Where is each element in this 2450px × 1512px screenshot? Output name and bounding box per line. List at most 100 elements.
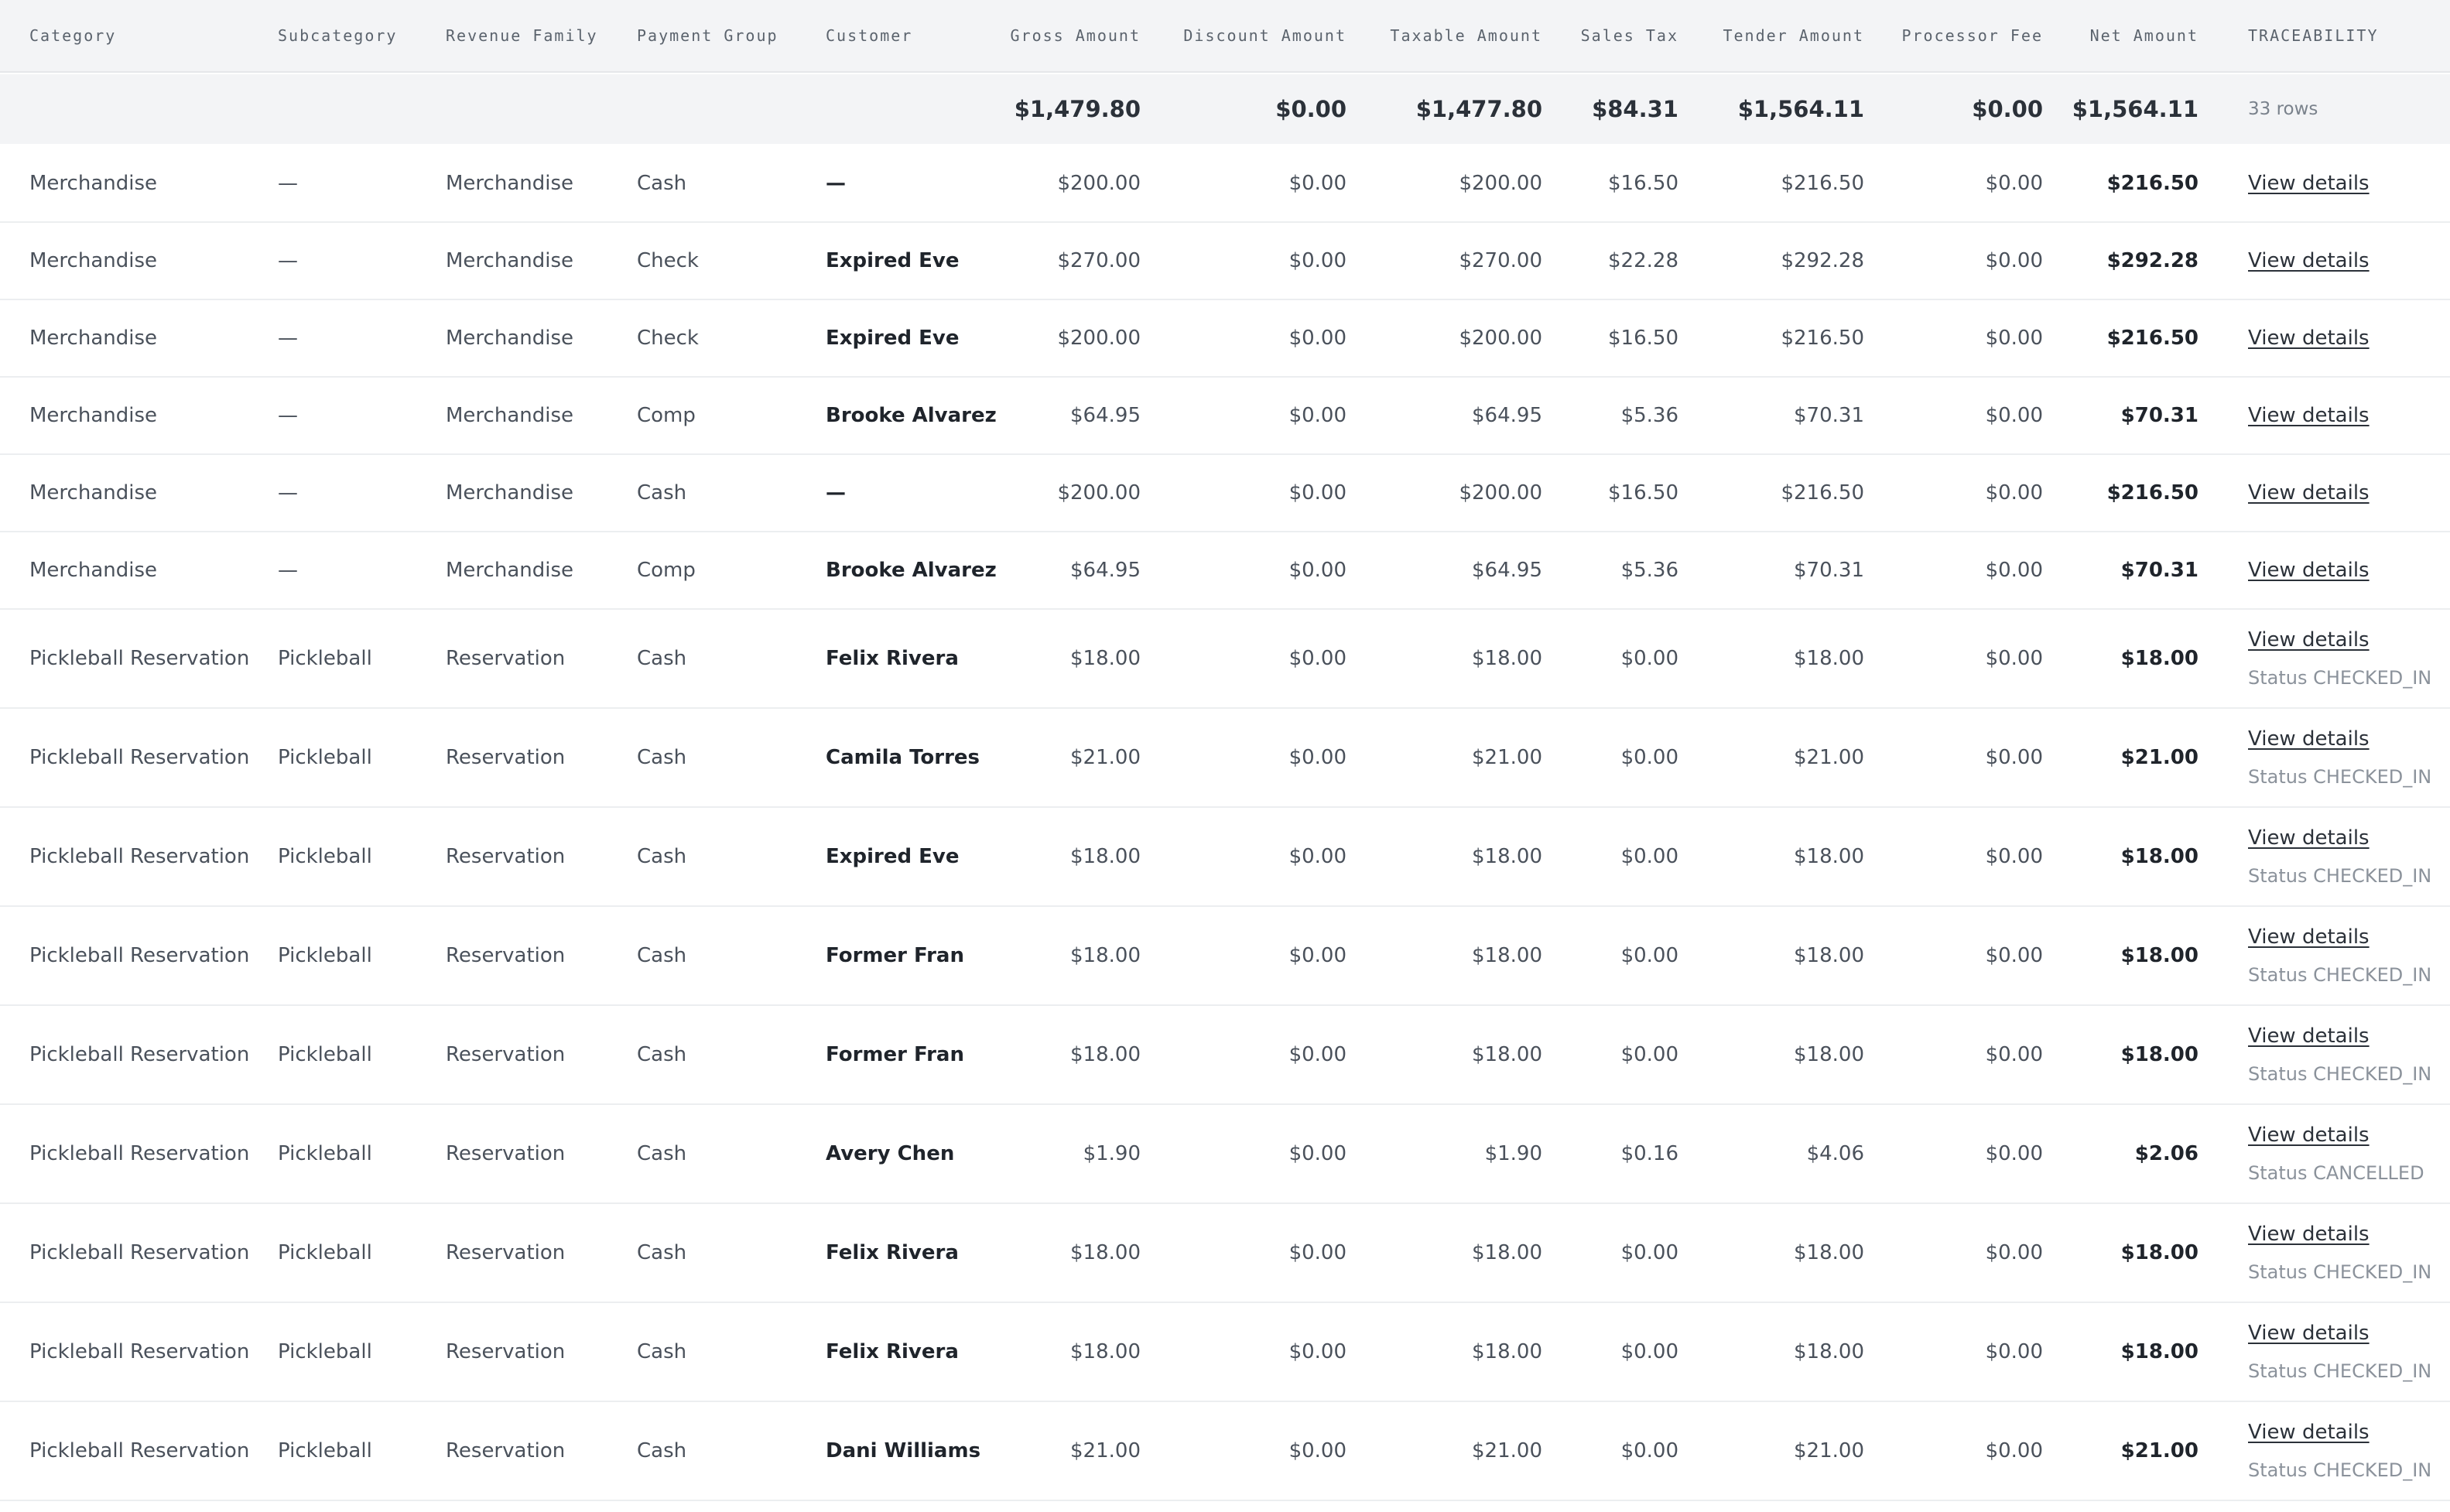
category-cell: Pickleball Reservation	[29, 944, 250, 967]
total-processor-fee: $0.00	[1972, 96, 2043, 122]
table-row: Merchandise — Merchandise Cash — $200.00 $0.00…	[0, 455, 2450, 532]
status-text: Status CHECKED_IN	[2248, 964, 2432, 986]
tender-amount-cell: $18.00	[1794, 1241, 1864, 1264]
taxable-amount-cell: $64.95	[1472, 559, 1542, 582]
table-row: Pickleball Reservation Pickleball Reservat…	[0, 610, 2450, 709]
category-cell: Merchandise	[29, 327, 158, 350]
taxable-amount-cell: $64.95	[1472, 404, 1542, 427]
column-header-category[interactable]: Category	[29, 0, 277, 71]
processor-fee-cell: $0.00	[1985, 1439, 2043, 1462]
traceability-cell: View details Status CHECKED_IN	[2248, 907, 2450, 1004]
taxable-amount-cell: $200.00	[1459, 481, 1542, 505]
revenue-family-cell: Reservation	[446, 647, 566, 670]
processor-fee-cell: $0.00	[1985, 845, 2043, 868]
taxable-amount-cell: $200.00	[1459, 172, 1542, 195]
view-details-link[interactable]: View details	[2248, 1322, 2370, 1345]
table-row: Merchandise — Merchandise Cash — $200.00 $0.00…	[0, 145, 2450, 223]
net-amount-cell: $292.28	[2106, 249, 2198, 272]
processor-fee-cell: $0.00	[1985, 481, 2043, 505]
subcategory-cell: —	[278, 172, 298, 195]
view-details-link[interactable]: View details	[2248, 1223, 2370, 1246]
table-row: Pickleball Reservation Pickleball Reservat…	[0, 1402, 2450, 1501]
traceability-cell: View details	[2248, 532, 2450, 608]
discount-amount-cell: $0.00	[1288, 944, 1346, 967]
status-text: Status CHECKED_IN	[2248, 1459, 2432, 1481]
column-header-gross-amount[interactable]: Gross Amount	[983, 0, 1141, 71]
view-details-link[interactable]: View details	[2248, 559, 2370, 582]
view-details-link[interactable]: View details	[2248, 1124, 2370, 1147]
view-details-link[interactable]: View details	[2248, 1421, 2370, 1444]
table-row: Pickleball Reservation Pickleball Reservat…	[0, 1006, 2450, 1105]
table-row: Merchandise — Merchandise Comp Brooke Alvare…	[0, 378, 2450, 455]
view-details-link[interactable]: View details	[2248, 1025, 2370, 1048]
table-row: Pickleball Reservation Pickleball Reservat…	[0, 1204, 2450, 1303]
subcategory-cell: Pickleball	[278, 746, 372, 769]
revenue-family-cell: Reservation	[446, 746, 566, 769]
total-taxable-amount: $1,477.80	[1415, 96, 1542, 122]
status-text: Status CHECKED_IN	[2248, 766, 2432, 788]
traceability-cell: View details Status CHECKED_IN	[2248, 1303, 2450, 1401]
revenue-family-cell: Merchandise	[446, 404, 574, 427]
traceability-cell: View details	[2248, 455, 2450, 531]
column-header-discount-amount[interactable]: Discount Amount	[1145, 0, 1346, 71]
subcategory-cell: —	[278, 404, 298, 427]
column-header-revenue-family[interactable]: Revenue Family	[446, 0, 631, 71]
subcategory-cell: —	[278, 327, 298, 350]
sales-tax-cell: $16.50	[1608, 172, 1678, 195]
category-cell: Pickleball Reservation	[29, 1439, 250, 1462]
discount-amount-cell: $0.00	[1288, 404, 1346, 427]
table-row: Merchandise — Merchandise Comp Brooke Alvare…	[0, 532, 2450, 610]
processor-fee-cell: $0.00	[1985, 404, 2043, 427]
table-header-row: Category Subcategory Revenue Family Paym…	[0, 0, 2450, 73]
column-header-subcategory[interactable]: Subcategory	[278, 0, 440, 71]
column-header-processor-fee[interactable]: Processor Fee	[1873, 0, 2043, 71]
discount-amount-cell: $0.00	[1288, 845, 1346, 868]
discount-amount-cell: $0.00	[1288, 647, 1346, 670]
view-details-link[interactable]: View details	[2248, 327, 2370, 350]
sales-tax-cell: $5.36	[1620, 404, 1678, 427]
view-details-link[interactable]: View details	[2248, 727, 2370, 751]
column-header-tender-amount[interactable]: Tender Amount	[1687, 0, 1864, 71]
gross-amount-cell: $18.00	[1070, 1340, 1141, 1363]
view-details-link[interactable]: View details	[2248, 172, 2370, 195]
sales-tax-cell: $0.00	[1620, 647, 1678, 670]
view-details-link[interactable]: View details	[2248, 826, 2370, 850]
revenue-family-cell: Merchandise	[446, 559, 574, 582]
revenue-report-table: Category Subcategory Revenue Family Paym…	[0, 0, 2450, 1512]
column-header-sales-tax[interactable]: Sales Tax	[1548, 0, 1678, 71]
sales-tax-cell: $0.00	[1620, 746, 1678, 769]
gross-amount-cell: $21.00	[1070, 1439, 1141, 1462]
gross-amount-cell: $18.00	[1070, 1241, 1141, 1264]
total-sales-tax: $84.31	[1592, 96, 1678, 122]
view-details-link[interactable]: View details	[2248, 925, 2370, 949]
column-header-net-amount[interactable]: Net Amount	[2051, 0, 2198, 71]
payment-group-cell: Comp	[637, 559, 696, 582]
traceability-cell: View details Status CHECKED_IN	[2248, 709, 2450, 806]
revenue-family-cell: Reservation	[446, 845, 566, 868]
tender-amount-cell: $18.00	[1794, 647, 1864, 670]
gross-amount-cell: $18.00	[1070, 944, 1141, 967]
subcategory-cell: Pickleball	[278, 1439, 372, 1462]
view-details-link[interactable]: View details	[2248, 404, 2370, 427]
view-details-link[interactable]: View details	[2248, 628, 2370, 652]
sales-tax-cell: $22.28	[1608, 249, 1678, 272]
payment-group-cell: Cash	[637, 845, 687, 868]
category-cell: Pickleball Reservation	[29, 1043, 250, 1066]
revenue-family-cell: Merchandise	[446, 327, 574, 350]
total-gross-amount: $1,479.80	[1014, 96, 1141, 122]
processor-fee-cell: $0.00	[1985, 559, 2043, 582]
net-amount-cell: $216.50	[2106, 172, 2198, 195]
column-header-taxable-amount[interactable]: Taxable Amount	[1362, 0, 1542, 71]
revenue-family-cell: Reservation	[446, 1340, 566, 1363]
view-details-link[interactable]: View details	[2248, 249, 2370, 272]
view-details-link[interactable]: View details	[2248, 481, 2370, 505]
subcategory-cell: Pickleball	[278, 1340, 372, 1363]
traceability-cell: View details Status CHECKED_IN	[2248, 1006, 2450, 1103]
category-cell: Merchandise	[29, 481, 158, 505]
tender-amount-cell: $70.31	[1794, 404, 1864, 427]
payment-group-cell: Cash	[637, 944, 687, 967]
gross-amount-cell: $270.00	[1057, 249, 1141, 272]
column-header-payment-group[interactable]: Payment Group	[637, 0, 823, 71]
taxable-amount-cell: $18.00	[1472, 1241, 1542, 1264]
revenue-family-cell: Reservation	[446, 1241, 566, 1264]
